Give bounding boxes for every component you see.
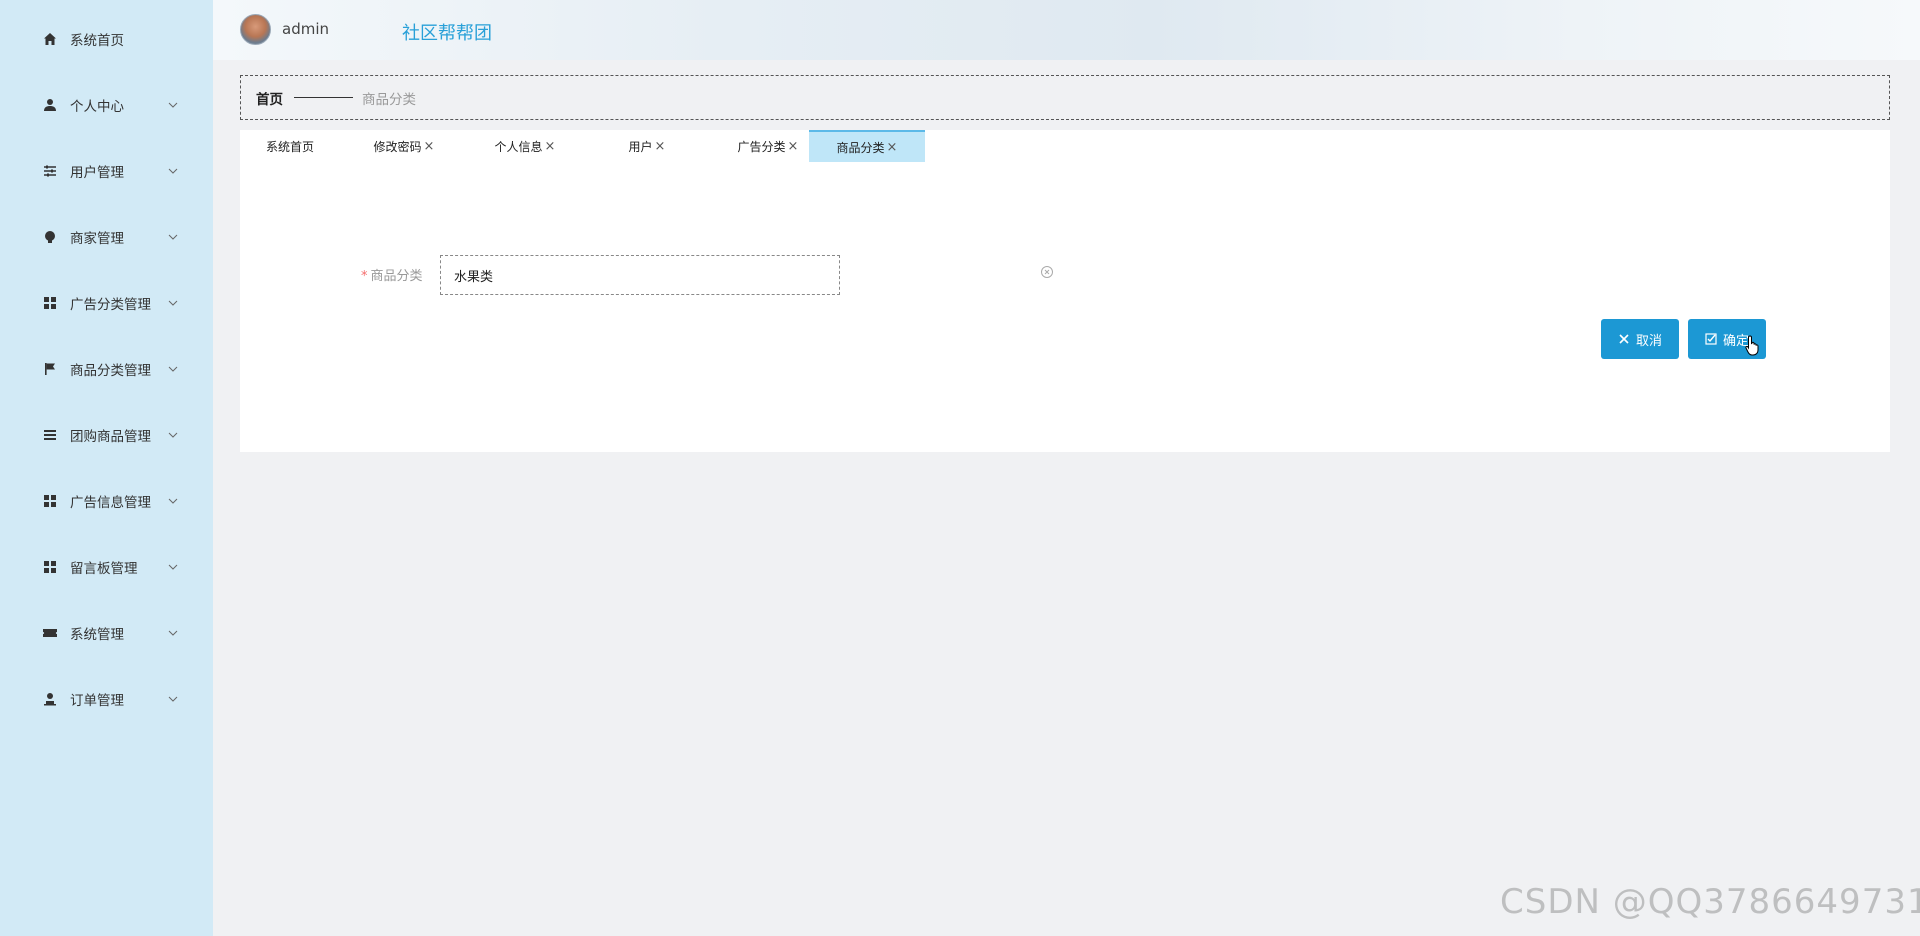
chevron-down-icon — [168, 696, 178, 702]
person-stand-icon — [42, 691, 58, 707]
chevron-down-icon — [168, 300, 178, 306]
sidebar-item-goods-category-management[interactable]: 商品分类管理 — [0, 349, 213, 389]
breadcrumb-home[interactable]: 首页 — [256, 88, 283, 108]
sidebar-item-group-goods-management[interactable]: 团购商品管理 — [0, 415, 213, 455]
avatar[interactable] — [240, 14, 271, 45]
sidebar-item-label: 系统管理 — [70, 627, 124, 643]
top-header: admin 社区帮帮团 — [213, 0, 1920, 60]
cancel-button[interactable]: 取消 — [1601, 319, 1679, 359]
breadcrumb: 首页 商品分类 — [240, 75, 1890, 120]
sidebar-item-message-board-management[interactable]: 留言板管理 — [0, 547, 213, 587]
grid-icon — [42, 559, 58, 575]
close-icon[interactable]: × — [424, 139, 435, 154]
sidebar-item-home[interactable]: 系统首页 — [0, 19, 213, 59]
sidebar-item-ad-info-management[interactable]: 广告信息管理 — [0, 481, 213, 521]
chevron-down-icon — [168, 630, 178, 636]
close-icon — [1619, 334, 1629, 344]
sidebar-item-merchant-management[interactable]: 商家管理 — [0, 217, 213, 257]
tab-label: 个人信息 — [494, 139, 543, 154]
sidebar-item-label: 商家管理 — [70, 231, 124, 247]
close-icon[interactable]: × — [887, 140, 898, 155]
hand-cursor-icon — [1745, 335, 1759, 356]
sidebar-item-order-management[interactable]: 订单管理 — [0, 679, 213, 719]
sidebar-item-label: 系统首页 — [70, 33, 124, 49]
chevron-down-icon — [168, 168, 178, 174]
username: admin — [282, 20, 329, 38]
grid-icon — [42, 493, 58, 509]
chevron-down-icon — [168, 498, 178, 504]
close-icon[interactable]: × — [655, 139, 666, 154]
clear-icon[interactable] — [1040, 265, 1054, 279]
close-icon[interactable]: × — [545, 139, 556, 154]
sidebar-item-label: 订单管理 — [70, 693, 124, 709]
sidebar-item-personal-center[interactable]: 个人中心 — [0, 85, 213, 125]
tab-goods-category[interactable]: 商品分类 × — [809, 130, 925, 162]
required-mark: * — [361, 269, 368, 284]
grid-icon — [42, 295, 58, 311]
user-icon — [42, 97, 58, 113]
bulb-icon — [42, 229, 58, 245]
sidebar: 系统首页 个人中心 用户管理 商家管理 广告分类管理 商品分类管理 团购商品管理… — [0, 0, 213, 936]
chevron-down-icon — [168, 234, 178, 240]
tab-label: 系统首页 — [265, 139, 314, 154]
main-panel: 系统首页 修改密码× 个人信息× 用户× 广告分类× 商品分类× *商品分类 取… — [240, 130, 1890, 452]
flag-icon — [42, 361, 58, 377]
sidebar-item-label: 团购商品管理 — [70, 429, 151, 445]
sidebar-item-label: 用户管理 — [70, 165, 124, 181]
tab-label: 商品分类 — [836, 140, 885, 155]
tab-change-password[interactable]: 修改密码 × — [346, 130, 462, 162]
cancel-button-label: 取消 — [1635, 333, 1662, 349]
sidebar-item-ad-category-management[interactable]: 广告分类管理 — [0, 283, 213, 323]
list-icon — [42, 427, 58, 443]
goods-category-label-text: 商品分类 — [370, 269, 423, 284]
chevron-down-icon — [168, 102, 178, 108]
tab-label: 用户 — [628, 139, 653, 154]
tab-personal-info[interactable]: 个人信息 × — [467, 130, 583, 162]
goods-category-input[interactable] — [440, 255, 840, 295]
tab-system-home[interactable]: 系统首页 — [240, 130, 340, 162]
sliders-icon — [42, 163, 58, 179]
chevron-down-icon — [168, 432, 178, 438]
tab-label: 修改密码 — [373, 139, 422, 154]
breadcrumb-separator — [294, 97, 353, 98]
watermark: CSDN @QQ3786649731 — [1500, 882, 1920, 922]
home-icon — [42, 31, 58, 47]
tab-user[interactable]: 用户 × — [589, 130, 705, 162]
sidebar-item-label: 广告信息管理 — [70, 495, 151, 511]
ticket-icon — [42, 625, 58, 641]
check-square-icon — [1705, 333, 1717, 345]
tab-label: 广告分类 — [737, 139, 786, 154]
breadcrumb-current: 商品分类 — [362, 91, 416, 108]
sidebar-item-label: 个人中心 — [70, 99, 124, 115]
app-title: 社区帮帮团 — [402, 23, 492, 44]
sidebar-item-system-management[interactable]: 系统管理 — [0, 613, 213, 653]
sidebar-item-label: 留言板管理 — [70, 561, 138, 577]
goods-category-label: * 商品分类 — [361, 265, 423, 284]
sidebar-item-label: 商品分类管理 — [70, 363, 151, 379]
chevron-down-icon — [168, 366, 178, 372]
sidebar-item-user-management[interactable]: 用户管理 — [0, 151, 213, 191]
close-icon[interactable]: × — [788, 139, 799, 154]
sidebar-item-label: 广告分类管理 — [70, 297, 151, 313]
chevron-down-icon — [168, 564, 178, 570]
